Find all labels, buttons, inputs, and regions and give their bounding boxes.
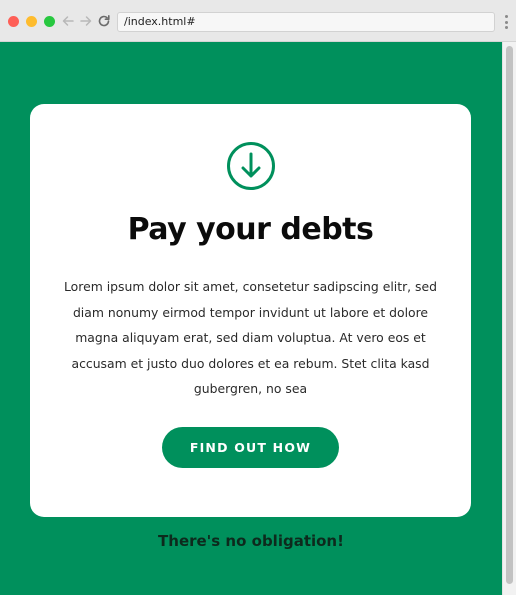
minimize-window-button[interactable] bbox=[26, 16, 37, 27]
url-text: /index.html# bbox=[124, 15, 196, 28]
arrow-down-circle-icon bbox=[226, 141, 276, 191]
scrollbar-track[interactable] bbox=[502, 42, 516, 595]
arrow-right-icon[interactable] bbox=[78, 13, 94, 29]
card-title: Pay your debts bbox=[127, 212, 374, 247]
scrollbar-thumb[interactable] bbox=[506, 46, 513, 584]
find-out-how-button[interactable]: FIND OUT HOW bbox=[162, 427, 339, 468]
page-viewport: Pay your debts Lorem ipsum dolor sit ame… bbox=[0, 42, 516, 595]
reload-icon[interactable] bbox=[96, 13, 112, 29]
no-obligation-note: There's no obligation! bbox=[158, 532, 344, 550]
zoom-window-button[interactable] bbox=[44, 16, 55, 27]
browser-toolbar: /index.html# bbox=[0, 0, 516, 42]
address-bar[interactable]: /index.html# bbox=[117, 12, 495, 32]
arrow-left-icon[interactable] bbox=[60, 13, 76, 29]
promo-card: Pay your debts Lorem ipsum dolor sit ame… bbox=[30, 104, 471, 517]
card-description: Lorem ipsum dolor sit amet, consetetur s… bbox=[64, 279, 437, 396]
more-vertical-icon[interactable] bbox=[503, 15, 509, 29]
close-window-button[interactable] bbox=[8, 16, 19, 27]
